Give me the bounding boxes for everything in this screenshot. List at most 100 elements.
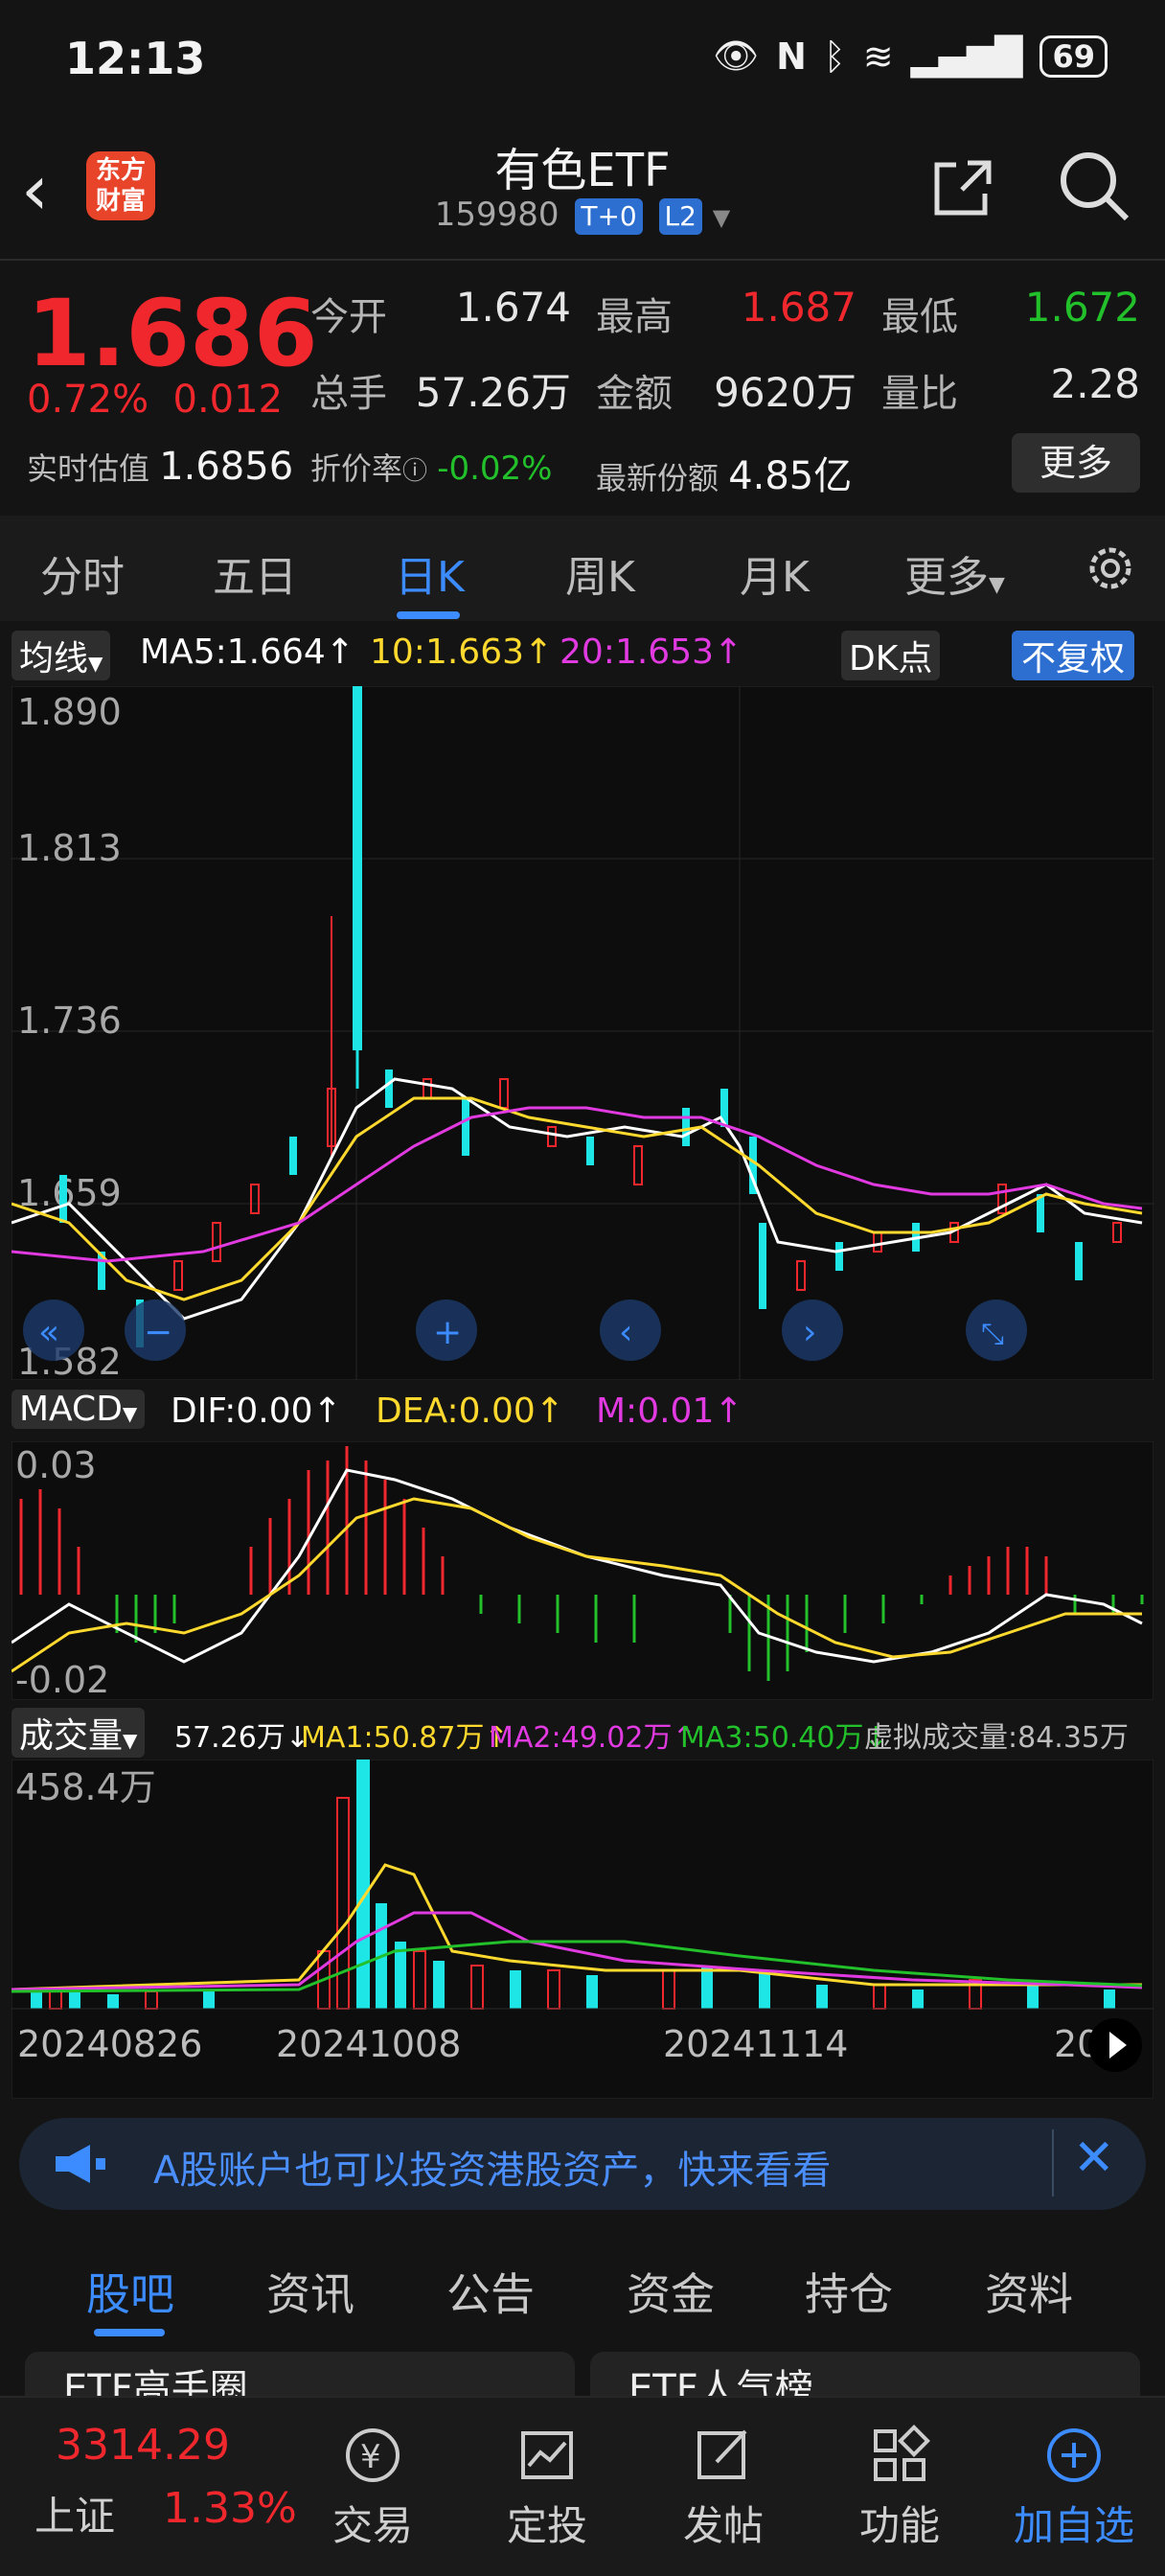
cards-row: ETF高手圈 ETF人气榜 <box>0 2338 1165 2411</box>
volume-ma1: MA1:50.87万↑ <box>301 1721 509 1755</box>
invest-icon <box>521 2431 573 2479</box>
banner-divider <box>1052 2129 1054 2196</box>
tab-intraday[interactable]: 分时 <box>40 542 125 604</box>
footer-add-favorite-label: 加自选 <box>1013 2502 1134 2549</box>
tab-profile[interactable]: 资料 <box>985 2260 1073 2323</box>
footer-apps[interactable]: 功能 <box>828 2417 971 2552</box>
ma10-value: 10:1.663↑ <box>370 632 554 672</box>
volume-legend: 成交量▼ 57.26万↓ MA1:50.87万↑ MA2:49.02万↑ MA3… <box>0 1702 1165 1758</box>
svg-text:+: + <box>433 1313 462 1352</box>
tab-more[interactable]: 更多▼ <box>904 542 1005 604</box>
share-icon[interactable] <box>927 151 996 220</box>
open-value: 1.674 <box>455 284 571 331</box>
content-tab-indicator <box>94 2329 165 2336</box>
high-label: 最高 <box>596 295 673 339</box>
footer-add-favorite[interactable]: 加自选 <box>1002 2417 1146 2552</box>
tab-news[interactable]: 资讯 <box>266 2260 354 2323</box>
dropdown-icon: ▼ <box>989 573 1005 597</box>
ma-selector[interactable]: 均线▼ <box>11 631 111 680</box>
t0-badge: T+0 <box>575 198 643 235</box>
svg-text:›: › <box>803 1313 816 1352</box>
volume-selector[interactable]: 成交量▼ <box>11 1708 146 1758</box>
macd-legend: MACD▼ DIF:0.00↑ DEA:0.00↑ M:0.01↑ <box>0 1384 1165 1439</box>
svg-text:⤡: ⤡ <box>981 1318 1004 1351</box>
volume-current: 57.26万↓ <box>174 1721 310 1755</box>
tab-five-day[interactable]: 五日 <box>213 542 297 604</box>
volume-chart[interactable]: 458.4万 20240826 20241008 20241114 20 <box>11 1760 1154 2099</box>
gear-icon[interactable] <box>1083 540 1138 596</box>
trade-icon: ¥ <box>346 2428 400 2482</box>
tab-announcements[interactable]: 公告 <box>446 2260 535 2323</box>
stock-header: ‹ 东方 财富 有色ETF 159980 T+0 L2 ▼ <box>0 123 1165 257</box>
svg-text:¥: ¥ <box>360 2438 381 2476</box>
status-bar: 12:13 👁 N ᛒ ≋ ▂▄▆█ 69 <box>0 0 1165 123</box>
volume-ma2: MA2:49.02万↑ <box>489 1721 697 1755</box>
y-tick-2: 1.813 <box>17 827 122 869</box>
volume-label: 总手 <box>310 372 387 416</box>
y-tick-4: 1.659 <box>17 1172 122 1214</box>
open-label: 今开 <box>310 295 387 339</box>
stock-code: 159980 <box>434 196 560 234</box>
index-name: 上证 <box>34 2493 116 2540</box>
dk-selector[interactable]: DK点 <box>841 631 941 680</box>
tab-weekly-k[interactable]: 周K <box>565 542 635 604</box>
search-icon[interactable] <box>1056 148 1132 224</box>
kline-legend: 均线▼ MA5:1.664↑ 10:1.663↑ 20:1.653↑ DK点 不… <box>0 625 1165 680</box>
tab-daily-k[interactable]: 日K <box>395 542 465 604</box>
premium-label: 折价率 <box>310 450 403 487</box>
date-label-1: 20240826 <box>17 2023 202 2065</box>
footer-trade-label: 交易 <box>331 2502 413 2549</box>
current-price: 1.686 <box>27 280 318 387</box>
footer-post[interactable]: 发帖 <box>651 2417 795 2552</box>
change-amount: 0.012 <box>172 378 284 422</box>
tab-monthly-k[interactable]: 月K <box>740 542 810 604</box>
apps-icon <box>874 2425 930 2481</box>
estimate-row: 实时估值 1.6856 <box>27 445 293 489</box>
macd-selector[interactable]: MACD▼ <box>11 1390 146 1429</box>
megaphone-icon <box>56 2145 105 2183</box>
footer-post-label: 发帖 <box>682 2502 764 2549</box>
macd-dif: DIF:0.00↑ <box>171 1392 342 1431</box>
more-button[interactable]: 更多 <box>1012 433 1140 493</box>
volume-y-tick: 458.4万 <box>15 1766 156 1808</box>
footer-apps-label: 功能 <box>858 2502 940 2549</box>
kline-chart[interactable]: 1.890 1.813 1.736 1.659 1.582 « − + ‹ › … <box>11 686 1154 1380</box>
tab-guba[interactable]: 股吧 <box>86 2260 174 2323</box>
content-tabs: 股吧 资讯 公告 资金 持仓 资料 <box>0 2233 1165 2338</box>
close-icon[interactable]: ✕ <box>1073 2129 1115 2187</box>
low-label: 最低 <box>881 295 958 339</box>
wifi-icon: ≋ <box>862 34 894 78</box>
svg-text:‹: ‹ <box>619 1313 632 1352</box>
y-tick-1: 1.890 <box>17 691 122 733</box>
l2-badge: L2 <box>658 198 702 235</box>
post-icon <box>697 2429 747 2479</box>
footer-trade[interactable]: ¥ 交易 <box>301 2417 445 2552</box>
tab-more-label: 更多 <box>904 553 989 602</box>
tab-funds[interactable]: 资金 <box>627 2260 715 2323</box>
volume-value: 57.26万 <box>415 369 571 416</box>
bluetooth-icon: ᛒ <box>823 34 846 78</box>
index-value: 3314.29 <box>56 2421 230 2470</box>
shares-label: 最新份额 <box>596 460 720 496</box>
active-tab-indicator <box>397 611 460 619</box>
shares-value: 4.85亿 <box>728 454 853 498</box>
quote-panel: 1.686 0.72% 0.012 今开 1.674 最高 1.687 最低 1… <box>0 259 1165 508</box>
signal-icon: ▂▄▆█ <box>910 34 1023 78</box>
macd-y-tick-1: 0.03 <box>15 1444 97 1486</box>
promo-banner[interactable]: A股账户也可以投资港股资产，快来看看 ✕ <box>19 2118 1146 2210</box>
footer-invest[interactable]: 定投 <box>475 2417 619 2552</box>
add-favorite-icon <box>1047 2428 1101 2482</box>
shares-row: 最新份额 4.85亿 <box>596 445 852 500</box>
period-tabs: 分时 五日 日K 周K 月K 更多▼ <box>0 516 1165 621</box>
info-icon[interactable]: ⓘ <box>402 457 427 486</box>
adjust-button[interactable]: 不复权 <box>1012 631 1135 680</box>
macd-y-tick-2: -0.02 <box>15 1659 109 1700</box>
battery-icon: 69 <box>1039 34 1108 78</box>
status-time: 12:13 <box>65 33 206 84</box>
tab-holdings[interactable]: 持仓 <box>805 2260 893 2323</box>
ratio-value: 2.28 <box>1050 360 1140 407</box>
dropdown-icon: ▼ <box>712 204 731 231</box>
macd-chart[interactable]: 0.03 -0.02 <box>11 1441 1154 1700</box>
svg-text:−: − <box>144 1313 172 1352</box>
macd-dea: DEA:0.00↑ <box>376 1392 564 1431</box>
